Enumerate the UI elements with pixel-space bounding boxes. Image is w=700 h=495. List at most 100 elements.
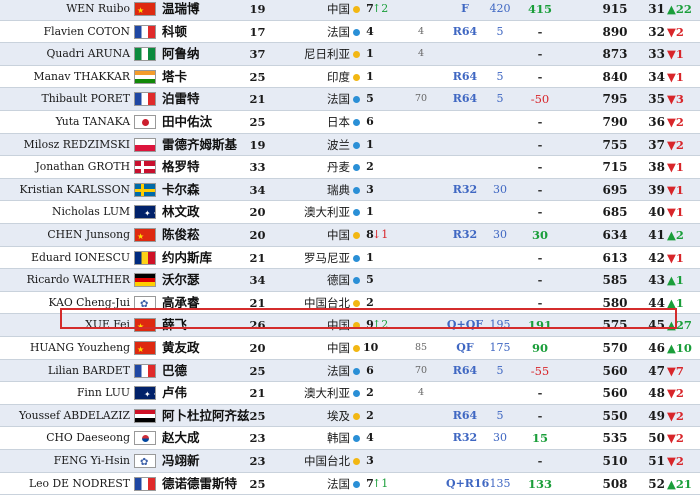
points-change: -50 [530,92,550,107]
table-row[interactable]: Eduard IONESCU 约内斯库 21 罗马尼亚 1 - 613 42 ▼1 [0,246,700,270]
fr-flag-icon [134,92,156,107]
stage-reached: R32 [452,431,478,445]
total-points: 755 [602,137,628,152]
world-rank-change: ▼2 [667,454,684,468]
total-points: 560 [602,386,628,401]
se-flag-icon [134,182,156,197]
world-rank-change: ▼1 [667,69,684,84]
player-country: 澳大利亚 [304,205,350,220]
player-country: 印度 [327,69,350,84]
national-rank: 2 [366,408,374,422]
new-world-rank: 34 [648,69,665,84]
player-chinese-name: 田中佑汰 [162,114,213,129]
player-age: 21 [249,250,266,265]
player-chinese-name: 科顿 [162,23,188,39]
table-row[interactable]: Quadri ARUNA 阿鲁纳 37 尼日利亚 1 4 - 873 33 ▼1 [0,43,700,66]
new-world-rank: 35 [648,92,665,107]
stage-points: 420 [489,2,511,15]
player-name: HUANG Youzheng [29,341,130,354]
table-row[interactable]: Youssef ABDELAZIZ 阿卜杜拉阿齐兹 25 埃及 2 R64 5 - 550 49 ▼… [0,404,700,428]
player-chinese-name: 冯翊新 [162,453,200,468]
points-change: - [537,115,543,129]
world-rank-change: ▲10 [667,341,692,355]
player-name: Manav THAKKAR [33,69,130,83]
table-row[interactable]: Nicholas LUM 林文政 20 澳大利亚 1 - 685 40▼1 [0,201,700,225]
player-age: 25 [249,115,266,129]
table-row[interactable]: Manav THAKKAR 塔卡 25 印度 1 R64 5 - 840 34 ▼1 [0,65,700,89]
table-row[interactable]: Jonathan GROTH 格罗特 33 丹麦 2 - 715 38 ▼1 [0,156,700,179]
ng-flag-icon [134,47,156,62]
table-row[interactable]: Leo DE NODREST 德诺德雷斯特 25 法国 7 ↑1 Q+R16 135 133 50… [0,472,700,495]
table-row[interactable]: Kristian KARLSSON 卡尔森 34 瑞典 3 R32 30 - 695 39 ▼1 [0,178,700,202]
player-age: 19 [249,137,266,152]
fr-flag-icon [134,24,156,39]
player-chinese-name: 德诺德雷斯特 [162,475,238,491]
player-name: CHO Daeseong [46,431,130,445]
player-country: 丹麦 [327,160,350,175]
previous-points: 85 [414,342,428,353]
player-country: 中国台北 [304,454,350,468]
status-dot-icon [353,458,360,465]
national-rank: 3 [366,454,374,467]
table-row[interactable]: Yuta TANAKA 田中佑汰 25 日本 6 - 790 36 ▼2 [0,111,700,134]
total-points: 873 [602,47,628,62]
player-name: Eduard IONESCU [31,250,130,264]
player-name: Milosz REDZIMSKI [23,137,130,151]
stage-reached: Q+R16 [446,476,490,490]
player-age: 34 [249,273,266,288]
table-row[interactable]: FENG Yi-Hsin 冯翊新 23 中国台北 3 - 510 51▼2 [0,450,700,474]
stage-points: 175 [489,341,511,354]
national-rank: 3 [366,182,374,196]
national-rank: 1 [366,250,374,264]
table-row[interactable]: CHEN Junsong陈俊菘20中国8↓1R32303063441▲2 [0,224,700,248]
total-points: 795 [602,92,628,107]
player-country: 罗马尼亚 [304,250,350,265]
pl-flag-icon [134,137,156,152]
national-rank: 4 [366,431,374,445]
status-dot-icon [353,435,360,443]
new-world-rank: 46 [648,341,665,355]
new-world-rank: 48 [648,386,665,401]
table-row[interactable]: Thibault PORET 泊雷特 21 法国 5 70 R64 5 -50 795 35 ▼3 [0,88,700,111]
stage-reached: R64 [452,24,478,38]
player-name: Nicholas LUM [52,205,130,219]
total-points: 550 [602,408,628,423]
table-row[interactable]: HUANG Youzheng 黄友政 20 中国 10 85 QF 175 90 570 46▲10 [0,337,700,361]
player-chinese-name: 塔卡 [162,68,188,84]
stage-reached: R32 [452,182,478,196]
world-rank-change: ▼2 [667,386,684,401]
table-row[interactable]: Lilian BARDET 巴德 25 法国 6 70 R64 5 -55 560 47 ▼7 [0,359,700,383]
fr-flag-icon [134,363,156,378]
table-row[interactable]: Ricardo WALTHER 沃尔瑟 34 德国 5 - 585 43 ▲1 [0,269,700,292]
world-rank-change: ▲22 [667,2,692,16]
points-change: - [537,47,543,62]
table-row[interactable]: CHO Daeseong 赵大成 23 韩国 4 R32 30 15 535 50 ▼2 [0,427,700,450]
new-world-rank: 33 [648,47,665,62]
status-dot-icon [353,299,360,307]
total-points: 560 [602,363,628,378]
new-world-rank: 37 [648,137,665,152]
national-rank: 1 [366,47,374,61]
total-points: 510 [602,454,628,468]
stage-reached: R64 [452,363,478,377]
points-change: 30 [531,228,548,242]
table-row[interactable]: Flavien COTON 科顿 17 法国 4 4 R64 5 - 890 32 ▼2 [0,20,700,44]
table-row[interactable]: Milosz REDZIMSKI 雷德齐姆斯基 19 波兰 1 - 755 37 ▼2 [0,133,700,157]
status-dot-icon [353,51,360,59]
player-age: 25 [249,363,266,378]
table-row[interactable]: WEN Ruibo温瑞博19中国7↑2F42041591531▲22 [0,0,700,22]
player-country: 法国 [327,92,350,107]
status-dot-icon [353,73,360,81]
world-rank-change: ▼1 [667,160,684,175]
total-points: 508 [602,476,628,491]
player-name: Quadri ARUNA [46,47,130,61]
player-name: WEN Ruibo [66,2,130,15]
stage-reached: R32 [452,228,478,241]
national-rank: 1 [366,69,374,83]
table-row[interactable]: Finn LUU 卢伟 21 澳大利亚 2 4 - 560 48▼2 [0,382,700,406]
player-country: 中国 [327,228,350,242]
player-country: 法国 [327,476,350,491]
new-world-rank: 42 [648,250,665,265]
player-name: Leo DE NODREST [28,476,130,490]
points-change: - [537,160,543,175]
